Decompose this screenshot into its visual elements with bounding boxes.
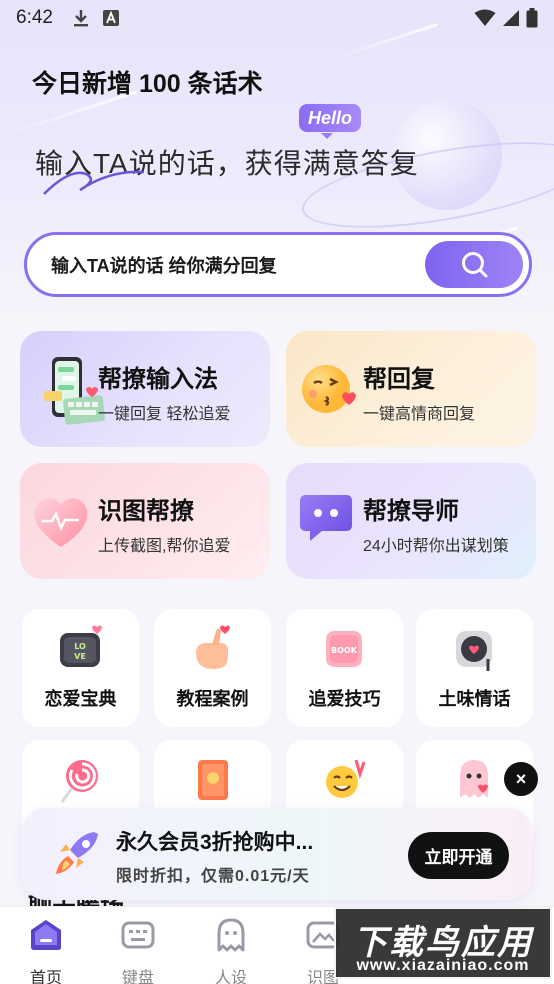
nav-label: 首页 [29, 970, 62, 984]
lollipop-icon [60, 760, 98, 803]
card-input-method[interactable]: 帮撩输入法 一键回复 轻松追爱 [20, 331, 270, 447]
font-a-icon [102, 10, 119, 26]
tile-tutorials[interactable]: 教程案例 [154, 609, 271, 727]
status-bar: 6:42 [0, 0, 554, 36]
card-mentor[interactable]: 帮撩导师 24小时帮你出谋划策 [286, 463, 536, 579]
card-title: 帮回复 [363, 366, 435, 393]
svg-text:BOOK: BOOK [331, 646, 358, 655]
card-subtitle: 一键回复 轻松追爱 [98, 406, 231, 423]
card-title: 帮撩导师 [363, 498, 459, 525]
card-subtitle: 24小时帮你出谋划策 [363, 538, 509, 555]
nav-item-keyboard[interactable]: 键盘 [103, 917, 173, 984]
card-subtitle: 上传截图,帮你追爱 [98, 538, 231, 555]
nav-item-home[interactable]: 首页 [11, 917, 81, 984]
promo-banner[interactable]: 永久会员3折抢购中... 限时折扣，仅需0.01元/天 立即开通 [22, 808, 532, 900]
book-icon: BOOK [326, 631, 362, 667]
search-input[interactable]: 输入TA说的话 给你满分回复 [51, 252, 277, 278]
tile-love-tips[interactable]: BOOK 追爱技巧 [286, 609, 403, 727]
status-time: 6:42 [16, 7, 53, 28]
hello-badge: Hello [299, 104, 361, 139]
ghost-heart-icon [460, 760, 488, 798]
card-title: 帮撩输入法 [98, 366, 218, 393]
tile-cheesy-lines[interactable]: 土味情话 [416, 609, 533, 727]
close-promo-button[interactable]: × [504, 762, 538, 796]
finger-heart-icon [196, 625, 230, 669]
card-subtitle: 一键高情商回复 [363, 406, 476, 423]
tile-label: 恋爱宝典 [44, 689, 117, 709]
chat-bubble-icon [300, 495, 352, 541]
keyboard-icon [121, 921, 155, 949]
svg-text:LO: LO [74, 642, 86, 651]
swoosh-decoration [43, 170, 145, 195]
nav-label: 键盘 [121, 970, 154, 984]
watermark-logo: 下载鸟应用 www.xiazainiao.com [334, 907, 552, 979]
speaker-heart-icon [456, 631, 492, 671]
notebook-icon [198, 760, 228, 800]
activate-now-button[interactable]: 立即开通 [408, 832, 509, 879]
kiss-emoji-icon [302, 365, 356, 413]
home-icon [31, 920, 61, 950]
battery-icon [526, 8, 538, 28]
ghost-icon [217, 918, 245, 952]
heart-pulse-icon [34, 498, 88, 547]
search-bar[interactable]: 输入TA说的话 给你满分回复 [24, 232, 532, 297]
tile-label: 追爱技巧 [308, 689, 381, 709]
search-icon [462, 251, 488, 277]
card-image-recognition[interactable]: 识图帮撩 上传截图,帮你追爱 [20, 463, 270, 579]
love-tv-icon: LO VE [60, 625, 102, 667]
svg-text:VE: VE [74, 652, 86, 661]
nav-label: 人设 [214, 970, 247, 984]
party-emoji-icon [326, 759, 366, 798]
search-button[interactable] [425, 241, 523, 288]
card-reply[interactable]: 帮回复 一键高情商回复 [286, 331, 536, 447]
tile-love-guide[interactable]: LO VE 恋爱宝典 [22, 609, 139, 727]
watermark-url: www.xiazainiao.com [356, 957, 530, 974]
headline: 今日新增 100 条话术 [32, 70, 263, 98]
tile-label: 教程案例 [176, 689, 249, 709]
wifi-icon [474, 9, 496, 26]
download-icon [73, 10, 88, 27]
nav-item-persona[interactable]: 人设 [196, 917, 266, 984]
rocket-icon [56, 832, 98, 874]
card-title: 识图帮撩 [98, 498, 194, 525]
signal-icon [503, 10, 519, 26]
tile-label: 土味情话 [438, 689, 511, 709]
phone-keyboard-icon [44, 357, 105, 425]
promo-subtitle: 限时折扣，仅需0.01元/天 [116, 868, 310, 885]
promo-title: 永久会员3折抢购中... [116, 831, 314, 854]
